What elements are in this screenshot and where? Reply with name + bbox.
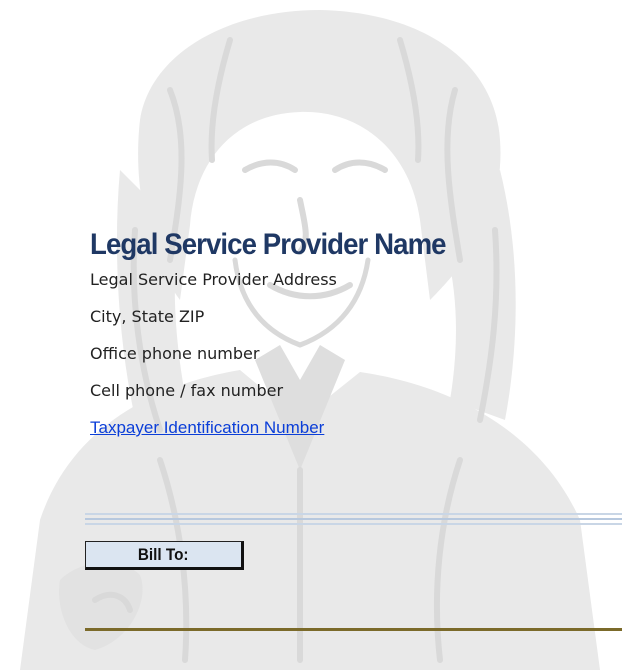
bill-to-box: Bill To:: [85, 541, 244, 570]
tax-id-link[interactable]: Taxpayer Identification Number: [90, 418, 324, 438]
provider-city-state-zip: City, State ZIP: [90, 307, 205, 326]
letterhead: Legal Service Provider Name Legal Servic…: [0, 0, 622, 670]
provider-office-phone: Office phone number: [90, 344, 260, 363]
provider-cell-fax: Cell phone / fax number: [90, 381, 284, 400]
provider-name: Legal Service Provider Name: [90, 228, 447, 261]
divider-gold-rule: [85, 628, 622, 631]
provider-address: Legal Service Provider Address: [90, 270, 337, 289]
bill-to-label: Bill To:: [138, 544, 189, 564]
divider-blue-rule: [85, 513, 622, 525]
